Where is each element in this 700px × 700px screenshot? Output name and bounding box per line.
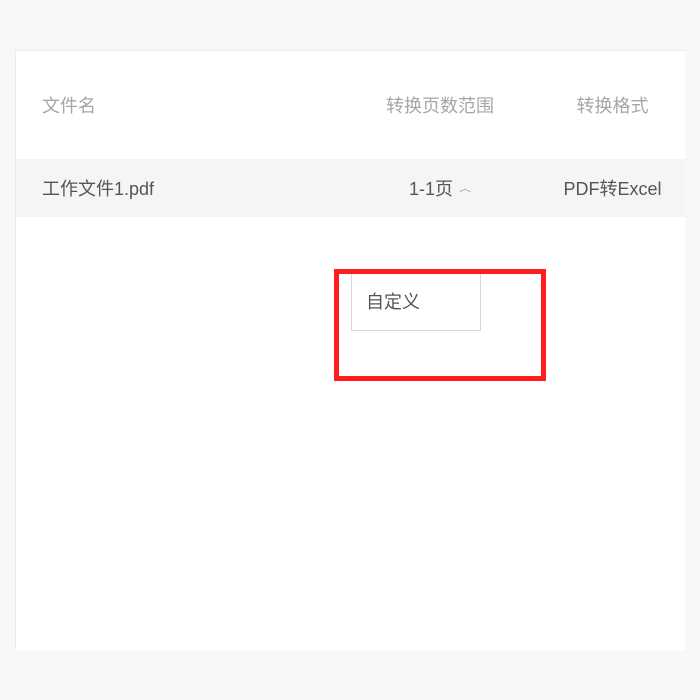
column-header-filename: 文件名 — [42, 92, 350, 118]
chevron-up-icon: ︿ — [459, 182, 471, 194]
table-header: 文件名 转换页数范围 转换格式 — [16, 51, 685, 159]
range-value: 1-1页 — [409, 175, 453, 201]
cell-filename: 工作文件1.pdf — [42, 175, 350, 201]
cell-format[interactable]: PDF转Excel — [530, 175, 685, 201]
column-header-range: 转换页数范围 — [350, 92, 530, 118]
cell-range[interactable]: 1-1页 ︿ — [350, 175, 530, 201]
conversion-panel: 文件名 转换页数范围 转换格式 工作文件1.pdf 1-1页 ︿ PDF转Exc… — [15, 50, 685, 650]
table-row[interactable]: 工作文件1.pdf 1-1页 ︿ PDF转Excel — [16, 159, 685, 217]
range-dropdown: 自定义 — [351, 271, 481, 331]
dropdown-option-custom[interactable]: 自定义 — [366, 288, 466, 314]
column-header-format: 转换格式 — [530, 92, 685, 118]
